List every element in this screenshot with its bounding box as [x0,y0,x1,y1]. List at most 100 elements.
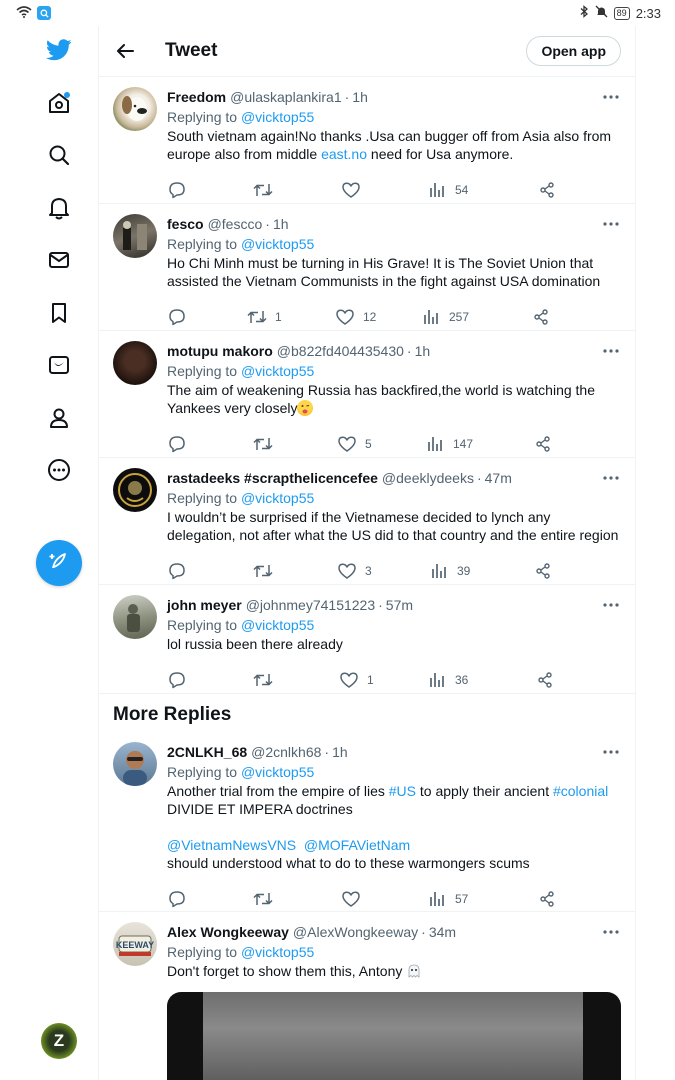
reply-button[interactable] [167,670,253,690]
more-options-icon[interactable] [601,742,621,762]
mention-link[interactable]: @vicktop55 [241,109,314,125]
retweet-button[interactable] [253,889,341,909]
twitter-blue-icon[interactable] [43,349,75,381]
hashtag-link[interactable]: #US [389,783,416,799]
media-image[interactable] [167,992,621,1080]
retweet-button[interactable] [253,180,341,200]
mention-link[interactable]: @vicktop55 [241,764,314,780]
reply-tweet[interactable]: john meyer @johnmey74151223 · 57m Replyi… [99,585,635,694]
timestamp[interactable]: 1h [332,742,348,762]
search-icon[interactable] [43,139,75,171]
like-button[interactable] [341,180,427,200]
like-button[interactable]: 1 [339,670,427,690]
tweet-text: I wouldn’t be surprised if the Vietnames… [167,509,619,543]
author-name[interactable]: 2CNLKH_68 [167,742,247,762]
timestamp[interactable]: 57m [386,595,413,615]
mention-link[interactable]: @vicktop55 [241,363,314,379]
reply-tweet[interactable]: KEEWAY Alex Wongkeeway @AlexWongkeeway ·… [99,912,635,1080]
author-name[interactable]: john meyer [167,595,242,615]
timestamp[interactable]: 1h [352,87,368,107]
views-button[interactable]: 57 [427,889,537,909]
author-handle[interactable]: @johnmey74151223 [246,595,375,615]
hashtag-link[interactable]: #colonial [553,783,608,799]
back-arrow-icon[interactable] [115,41,135,61]
mention-link[interactable]: @MOFAVietNam [304,837,410,853]
home-icon[interactable] [43,87,75,119]
views-button[interactable]: 257 [421,307,531,327]
views-button[interactable]: 147 [425,434,533,454]
views-button[interactable]: 36 [427,670,535,690]
timestamp[interactable]: 47m [485,468,512,488]
account-avatar[interactable]: Z [41,1023,77,1059]
reply-button[interactable] [167,434,253,454]
like-button[interactable]: 5 [337,434,425,454]
author-name[interactable]: motupu makoro [167,341,273,361]
mention-link[interactable]: @vicktop55 [241,617,314,633]
bookmark-icon[interactable] [43,297,75,329]
retweet-button[interactable] [253,561,337,581]
views-button[interactable]: 39 [429,561,533,581]
more-options-icon[interactable] [601,87,621,107]
twitter-logo-icon[interactable] [43,34,75,66]
reply-tweet[interactable]: rastadeeks #scrapthelicencefee @deeklyde… [99,458,635,585]
bell-icon[interactable] [43,192,75,224]
reply-button[interactable] [167,889,253,909]
timestamp[interactable]: 1h [273,214,289,234]
more-options-icon[interactable] [601,595,621,615]
author-handle[interactable]: @ulaskaplankira1 [230,87,342,107]
retweet-button[interactable]: 1 [247,307,335,327]
retweet-button[interactable] [253,670,339,690]
compose-button[interactable] [36,540,82,586]
profile-icon[interactable] [43,402,75,434]
more-options-icon[interactable] [601,341,621,361]
avatar[interactable] [113,468,157,512]
author-name[interactable]: rastadeeks #scrapthelicencefee [167,468,378,488]
avatar[interactable] [113,341,157,385]
reply-tweet[interactable]: Freedom @ulaskaplankira1 · 1h Replying t… [99,77,635,204]
reply-tweet[interactable]: motupu makoro @b822fd404435430 · 1h Repl… [99,331,635,458]
mention-link[interactable]: @vicktop55 [241,236,314,252]
more-options-icon[interactable] [601,468,621,488]
url-link[interactable]: east.no [321,146,367,162]
author-handle[interactable]: @2cnlkh68 [251,742,321,762]
more-circle-icon[interactable] [43,454,75,486]
more-options-icon[interactable] [601,922,621,942]
timestamp[interactable]: 1h [415,341,431,361]
reply-tweet[interactable]: 2CNLKH_68 @2cnlkh68 · 1h Replying to @vi… [99,732,635,912]
reply-button[interactable] [167,307,247,327]
tweet-text: Ho Chi Minh must be turning in His Grave… [167,255,601,289]
like-button[interactable]: 12 [335,307,421,327]
avatar[interactable] [113,595,157,639]
avatar[interactable]: KEEWAY [113,922,157,966]
reply-button[interactable] [167,561,253,581]
mention-link[interactable]: @vicktop55 [241,490,314,506]
avatar[interactable] [113,214,157,258]
avatar[interactable] [113,742,157,786]
retweet-button[interactable] [253,434,337,454]
author-name[interactable]: Freedom [167,87,226,107]
like-button[interactable]: 3 [337,561,429,581]
open-app-button[interactable]: Open app [526,36,621,66]
share-button[interactable] [537,889,557,909]
author-handle[interactable]: @fescco [208,214,263,234]
reply-button[interactable] [167,180,253,200]
mention-link[interactable]: @vicktop55 [241,944,314,960]
author-handle[interactable]: @b822fd404435430 [277,341,404,361]
share-button[interactable] [531,307,551,327]
reply-tweet[interactable]: fesco @fescco · 1h Replying to @vicktop5… [99,204,635,331]
share-button[interactable] [533,434,553,454]
share-button[interactable] [533,561,553,581]
author-handle[interactable]: @deeklydeeks [382,468,474,488]
views-button[interactable]: 54 [427,180,537,200]
author-handle[interactable]: @AlexWongkeeway [293,922,418,942]
mail-icon[interactable] [43,244,75,276]
share-button[interactable] [535,670,555,690]
share-button[interactable] [537,180,557,200]
timestamp[interactable]: 34m [429,922,456,942]
like-button[interactable] [341,889,427,909]
author-name[interactable]: fesco [167,214,204,234]
author-name[interactable]: Alex Wongkeeway [167,922,289,942]
more-options-icon[interactable] [601,214,621,234]
avatar[interactable] [113,87,157,131]
mention-link[interactable]: @VietnamNewsVNS [167,837,296,853]
